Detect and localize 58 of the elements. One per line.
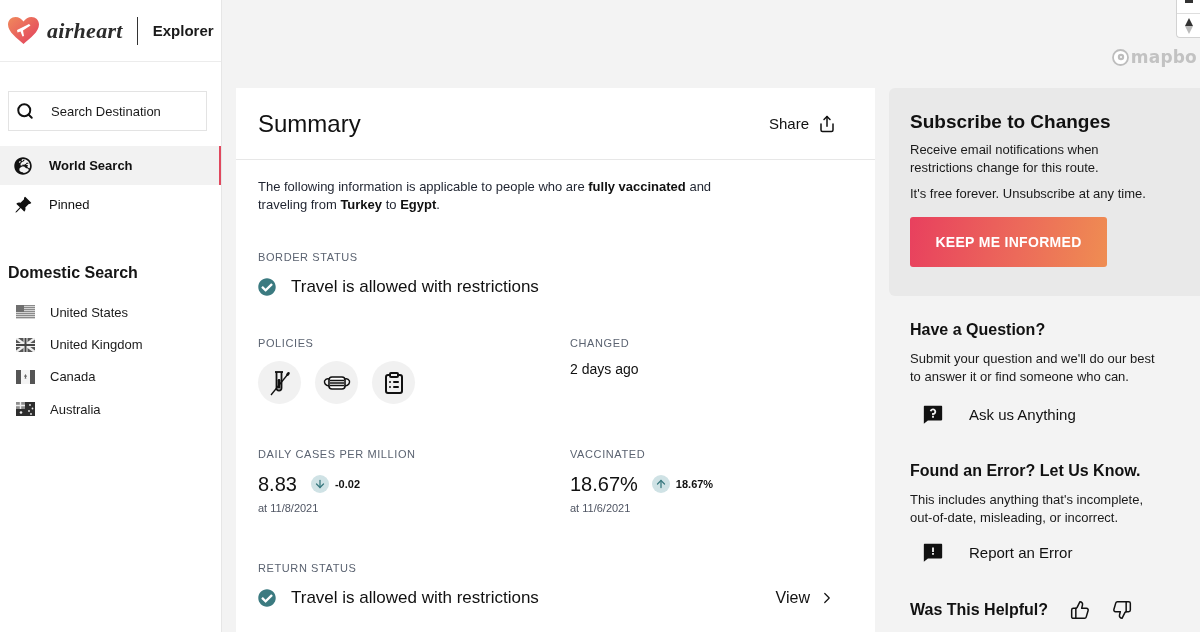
- exclamation-bubble-icon: [922, 541, 944, 563]
- card-title: Summary: [258, 109, 361, 138]
- stat-label: DAILY CASES PER MILLION: [258, 448, 417, 460]
- share-icon: [818, 114, 836, 133]
- section-label: BORDER STATUS: [258, 251, 359, 263]
- help-text: Submit your question and we'll do our best to answer it or find someone who can.: [910, 350, 1156, 386]
- help-action-button[interactable]: Report an Error: [910, 540, 1073, 564]
- country-item[interactable]: United States: [0, 296, 221, 329]
- stat-date: at 11/8/2021: [258, 502, 320, 514]
- stat-change: -0.02: [334, 478, 360, 490]
- leaf-flag-icon: [16, 369, 35, 384]
- stat-date: at 11/6/2021: [570, 502, 632, 514]
- section-label: RETURN STATUS: [258, 562, 358, 574]
- country-item[interactable]: United Kingdom: [0, 328, 221, 361]
- country-item[interactable]: Australia: [0, 393, 221, 426]
- sidebar-nav-item[interactable]: Pinned: [0, 185, 221, 224]
- test-tube-icon: [258, 361, 301, 404]
- compass-icon[interactable]: [1184, 18, 1193, 34]
- question-bubble-icon: [922, 403, 944, 425]
- face-mask-icon: [315, 361, 358, 404]
- subscribe-text: Receive email notifications when restrictions change for this route.: [910, 141, 1100, 177]
- logo-wordmark: airheart: [47, 17, 123, 44]
- search-icon: [16, 102, 34, 120]
- section-label: CHANGED: [570, 337, 631, 349]
- feedback-title: Was This Helpful?: [910, 601, 1049, 619]
- stat-value: 8.83: [258, 472, 297, 496]
- product-name: Explorer: [152, 22, 214, 39]
- striped-flag-icon: [16, 305, 35, 320]
- help-title: Have a Question?: [910, 320, 1047, 340]
- globe-icon: [14, 156, 32, 175]
- section-label: POLICIES: [258, 337, 315, 349]
- country-item[interactable]: Canada: [0, 360, 221, 394]
- thumbs-up-icon[interactable]: [1070, 600, 1091, 620]
- help-text: This includes anything that's incomplete, out-of-date, misleading, or incorrect.: [910, 491, 1144, 527]
- heart-logo-icon: [8, 17, 39, 44]
- subscribe-title: Subscribe to Changes: [910, 110, 1112, 134]
- minus-icon[interactable]: [1184, 0, 1193, 3]
- view-link[interactable]: View: [775, 589, 836, 607]
- clipboard-icon: [372, 361, 415, 404]
- stat-label: VACCINATED: [570, 448, 647, 460]
- section-title: Domestic Search: [8, 263, 139, 283]
- share-button[interactable]: Share: [768, 114, 836, 133]
- map-logo-icon: [1111, 48, 1129, 66]
- stat-value: 18.67%: [570, 472, 638, 496]
- help-title: Found an Error? Let Us Know.: [910, 461, 1142, 481]
- status-text: Travel is allowed with restrictions: [291, 588, 540, 608]
- subscribe-note: It's free forever. Unsubscribe at any time.: [910, 185, 1147, 203]
- changed-value: 2 days ago: [570, 360, 640, 378]
- stat-change: 18.67%: [675, 478, 714, 490]
- starry-flag-icon: [16, 402, 35, 417]
- search-field[interactable]: Search Destination: [8, 91, 207, 131]
- status-text: Travel is allowed with restrictions: [291, 277, 540, 297]
- pin-icon: [14, 195, 32, 214]
- sidebar-nav-item[interactable]: World Search: [0, 146, 221, 185]
- thumbs-down-icon[interactable]: [1112, 600, 1133, 620]
- cross-flag-icon: [16, 337, 35, 352]
- help-action-button[interactable]: Ask us Anything: [910, 402, 1076, 426]
- intro-text: The following information is applicable to people who are fully vaccinated and traveling from Turkey to Egypt.: [258, 178, 713, 214]
